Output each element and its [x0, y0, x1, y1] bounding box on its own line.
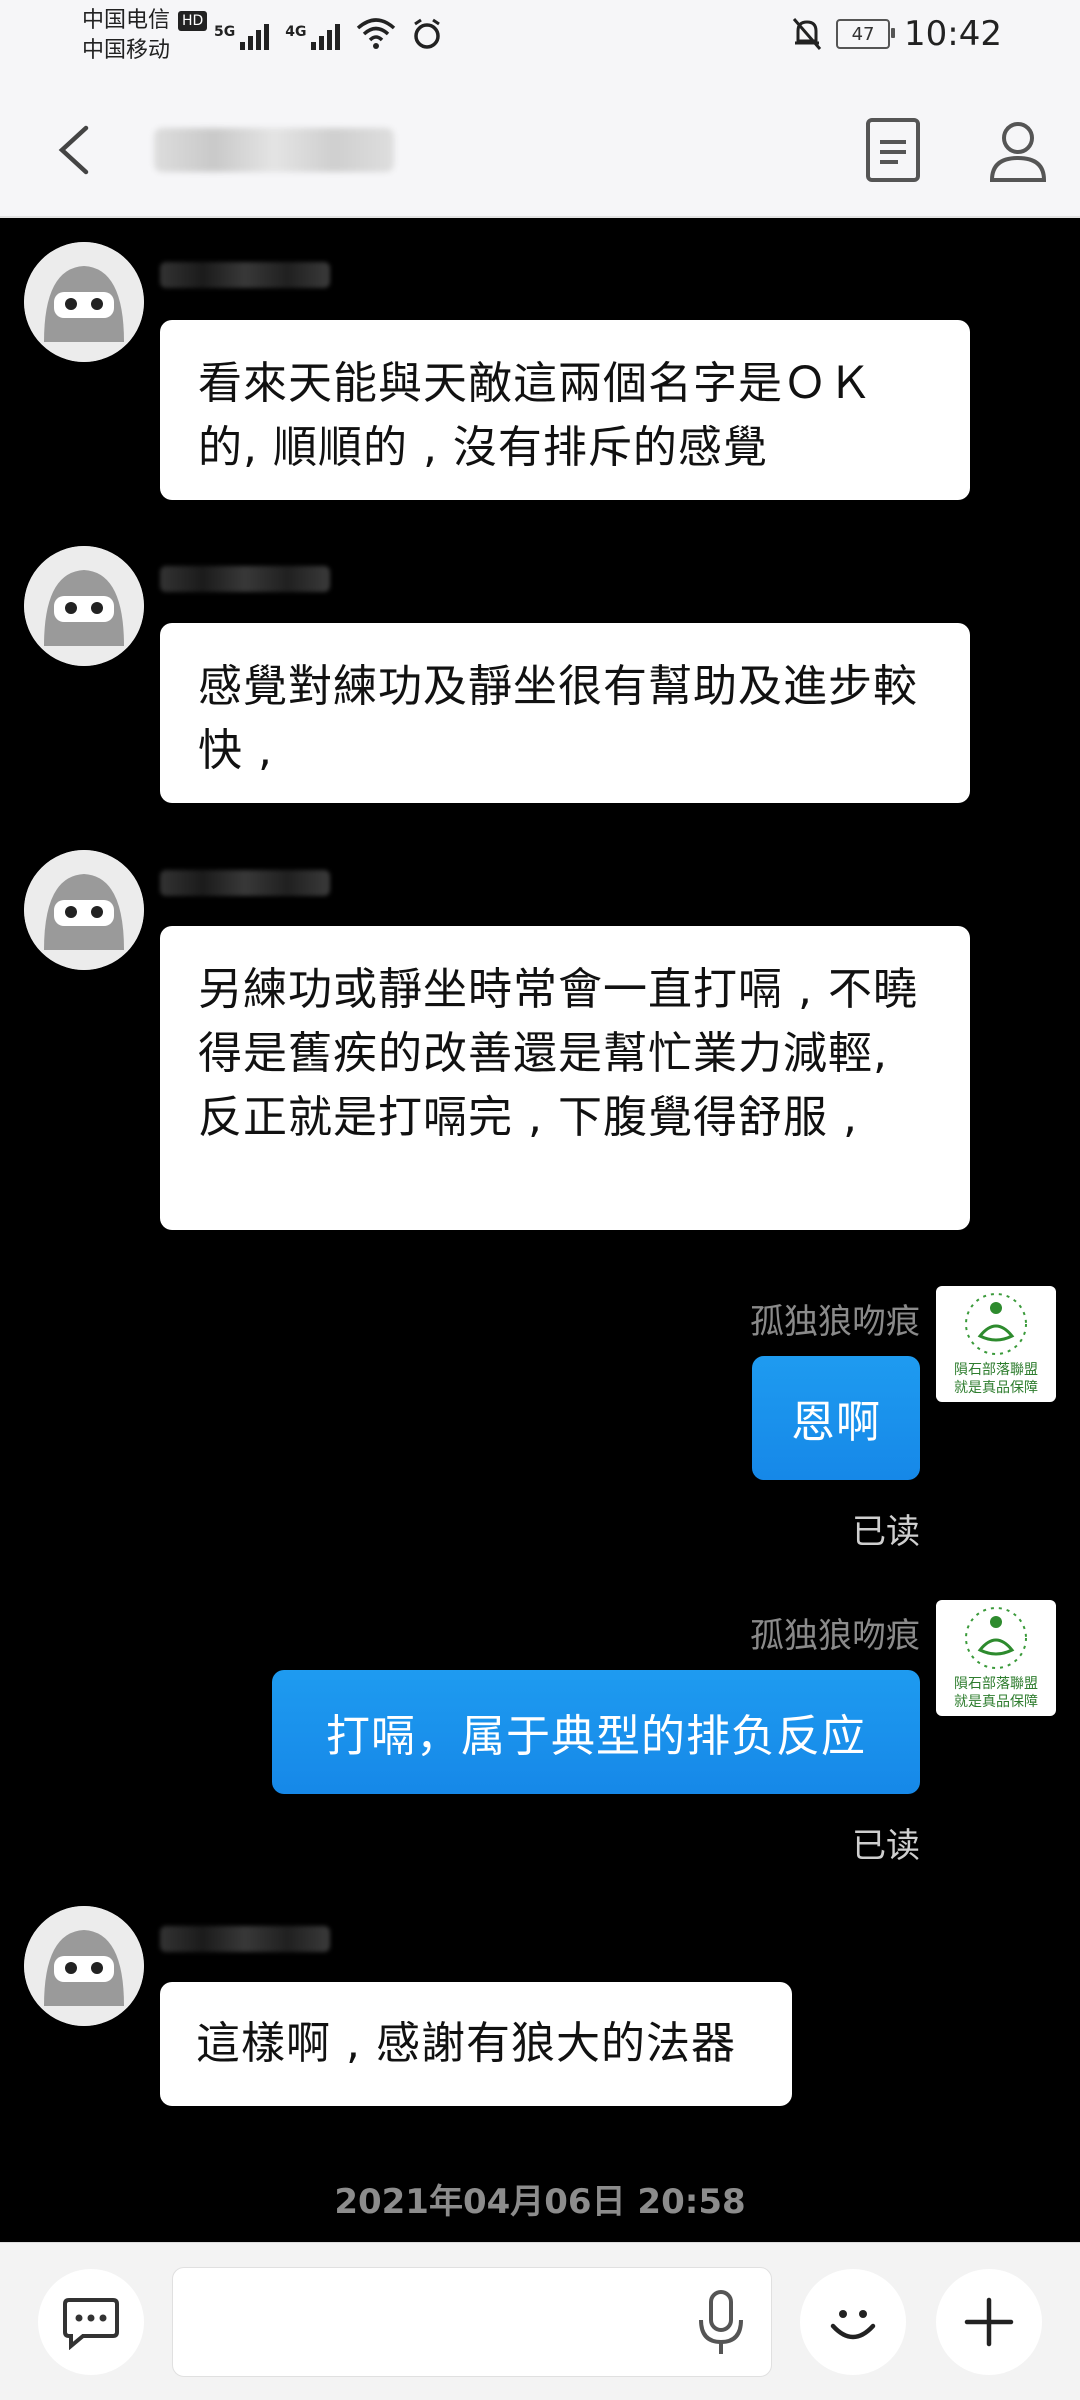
message-bubble[interactable]: 這樣啊 , 感謝有狼大的法器	[160, 1982, 792, 2106]
chat-title-redacted	[154, 128, 394, 172]
timestamp: 2021年04月06日 20:58	[334, 2182, 746, 2222]
svg-text:隕石部落聯盟: 隕石部落聯盟	[954, 1676, 1038, 1692]
sender-name: 孤独狼吻痕	[750, 1616, 920, 1656]
alarm-icon	[414, 18, 441, 49]
input-bar	[0, 2242, 1080, 2400]
ninja-avatar-icon	[24, 546, 144, 666]
ninja-avatar-icon	[24, 850, 144, 970]
message-bubble-own[interactable]: 打嗝，属于典型的排负反应	[272, 1670, 920, 1794]
sender-name-redacted	[160, 566, 330, 592]
avatar[interactable]	[24, 546, 144, 666]
hd-badge: HD	[178, 11, 208, 31]
avatar-right[interactable]: 隕石部落聯盟 就是真品保障	[936, 1286, 1056, 1402]
svg-text:隕石部落聯盟: 隕石部落聯盟	[954, 1362, 1038, 1378]
avatar[interactable]	[24, 850, 144, 970]
chat-screen: 中国电信 HD 中国移动 5G 4G 47 10:42 看來天能與天敵這兩個名字…	[0, 0, 1080, 2400]
avatar[interactable]	[24, 242, 144, 362]
status-right: 47 10:42	[792, 14, 1002, 54]
wifi-icon	[357, 18, 396, 49]
sender-name: 孤独狼吻痕	[750, 1302, 920, 1342]
svg-text:就是真品保障: 就是真品保障	[954, 1694, 1038, 1710]
message-bubble[interactable]: 另練功或靜坐時常會一直打嗝 , 不曉得是舊疾的改善還是幫忙業力減輕, 反正就是打…	[160, 926, 970, 1230]
person-icon[interactable]	[982, 114, 1054, 186]
avatar-right[interactable]: 隕石部落聯盟 就是真品保障	[936, 1600, 1056, 1716]
smiley-icon	[830, 2310, 876, 2340]
chat-header	[0, 84, 1080, 218]
emoji-button[interactable]	[800, 2269, 906, 2375]
chat-bubble-button[interactable]	[38, 2269, 144, 2375]
plus-button[interactable]	[936, 2269, 1042, 2375]
svg-text:就是真品保障: 就是真品保障	[954, 1380, 1038, 1396]
message-bubble-own[interactable]: 恩啊	[752, 1356, 920, 1480]
ninja-avatar-icon	[24, 1906, 144, 2026]
signal-4g-icon: 4G	[285, 24, 341, 50]
message-bubble[interactable]: 感覺對練功及靜坐很有幫助及進步較快 ,	[160, 623, 970, 803]
signal-icons: 5G 4G	[214, 18, 442, 50]
read-status: 已读	[852, 1826, 920, 1866]
meditation-logo-icon: 隕石部落聯盟 就是真品保障	[954, 1607, 1038, 1710]
message-input[interactable]	[172, 2267, 772, 2377]
microphone-icon[interactable]	[691, 2288, 751, 2358]
ninja-avatar-icon	[24, 242, 144, 362]
carrier-1: 中国电信	[82, 8, 171, 33]
carrier-2: 中国移动	[82, 38, 171, 63]
clock: 10:42	[904, 14, 1002, 54]
sender-name-redacted	[160, 870, 330, 896]
meditation-logo-icon: 隕石部落聯盟 就是真品保障	[954, 1293, 1038, 1396]
chevron-left-icon[interactable]	[48, 118, 108, 182]
battery-icon: 47	[836, 19, 896, 49]
avatar[interactable]	[24, 1906, 144, 2026]
chat-bubble-icon	[63, 2298, 119, 2350]
plus-icon	[964, 2297, 1014, 2347]
status-bar: 中国电信 HD 中国移动 5G 4G 47 10:42	[0, 0, 1080, 84]
read-status: 已读	[852, 1512, 920, 1552]
sender-name-redacted	[160, 1926, 330, 1952]
document-icon[interactable]	[862, 114, 926, 186]
message-bubble[interactable]: 看來天能與天敵這兩個名字是ＯＫ的, 順順的 , 沒有排斥的感覺	[160, 320, 970, 500]
signal-5g-icon: 5G	[214, 24, 270, 50]
carrier-info: 中国电信 HD 中国移动	[82, 6, 208, 66]
mute-bell-icon	[792, 18, 822, 50]
message-list: 看來天能與天敵這兩個名字是ＯＫ的, 順順的 , 沒有排斥的感覺 感覺對練功及靜坐…	[0, 218, 1080, 2242]
sender-name-redacted	[160, 262, 330, 288]
